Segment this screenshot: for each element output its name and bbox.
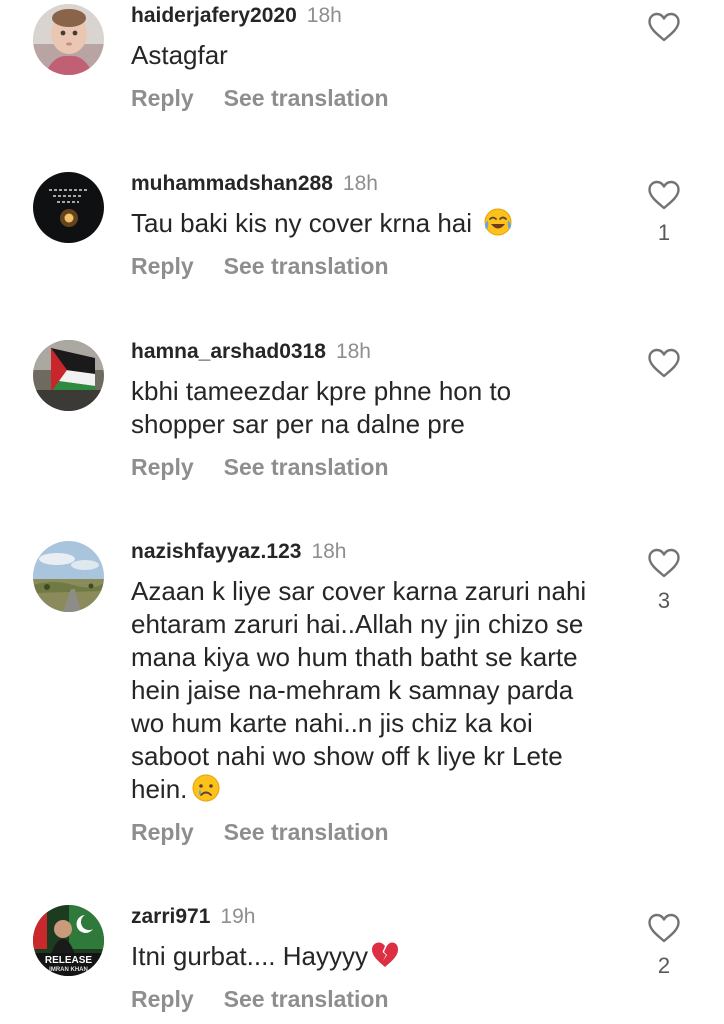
avatar[interactable] <box>33 541 104 612</box>
comment-text: Azaan k liye sar cover karna zaruri nahi… <box>131 575 629 806</box>
like-count: 2 <box>657 953 671 978</box>
like-area: 2 <box>640 913 688 979</box>
night-light-avatar-icon <box>33 172 104 243</box>
comment-username[interactable]: zarri971 <box>131 905 210 928</box>
comment-actions: Reply See translation <box>131 252 629 280</box>
reply-button[interactable]: Reply <box>131 253 194 279</box>
see-translation-button[interactable]: See translation <box>224 454 389 480</box>
comment-text: Itni gurbat.... Hayyyy <box>131 940 629 973</box>
comment-username[interactable]: hamna_arshad0318 <box>131 340 326 363</box>
heart-icon[interactable] <box>647 913 681 943</box>
comment-username[interactable]: muhammadshan288 <box>131 172 333 195</box>
like-area <box>640 12 688 42</box>
comment-text: Astagfar <box>131 40 228 70</box>
like-count: 3 <box>657 588 671 613</box>
comment-meta: nazishfayyaz.123 18h <box>131 539 629 565</box>
like-area: 1 <box>640 180 688 246</box>
broken-heart-icon <box>371 942 398 967</box>
comment-meta: zarri971 19h <box>131 904 629 930</box>
reply-button[interactable]: Reply <box>131 986 194 1012</box>
comment-body: zarri971 19h Itni gurbat.... Hayyyy Reply… <box>131 904 629 1013</box>
reply-button[interactable]: Reply <box>131 85 194 111</box>
see-translation-button[interactable]: See translation <box>224 819 389 845</box>
see-translation-button[interactable]: See translation <box>224 253 389 279</box>
comment-text-content: Itni gurbat.... Hayyyy <box>131 941 368 971</box>
comment-username[interactable]: haiderjafery2020 <box>131 4 297 27</box>
avatar[interactable]: RELEASE IMRAN KHAN <box>33 905 104 976</box>
comment-username[interactable]: nazishfayyaz.123 <box>131 540 301 563</box>
avatar[interactable] <box>33 172 104 243</box>
release-imran-khan-avatar-icon: RELEASE IMRAN KHAN <box>33 905 104 976</box>
comment-time: 18h <box>311 540 347 563</box>
comment-actions: Reply See translation <box>131 818 629 846</box>
comment-time: 19h <box>220 905 256 928</box>
heart-icon[interactable] <box>647 12 681 42</box>
comment-meta: muhammadshan288 18h <box>131 171 629 197</box>
comment-text-content: Azaan k liye sar cover karna zaruri nahi… <box>131 576 587 804</box>
comment-meta: hamna_arshad0318 18h <box>131 339 629 365</box>
avatar-text-release: RELEASE <box>45 955 93 966</box>
like-area <box>640 348 688 378</box>
comment-body: hamna_arshad0318 18h kbhi tameezdar kpre … <box>131 339 629 481</box>
heart-icon[interactable] <box>647 548 681 578</box>
comment-time: 18h <box>335 340 371 363</box>
comment-time: 18h <box>342 172 378 195</box>
like-count: 1 <box>657 220 671 245</box>
see-translation-button[interactable]: See translation <box>224 85 389 111</box>
comment-text: kbhi tameezdar kpre phne hon to shopper … <box>131 376 512 439</box>
heart-icon[interactable] <box>647 180 681 210</box>
child-photo-avatar-icon <box>33 4 104 75</box>
face-with-tears-of-joy-icon <box>484 208 512 236</box>
crying-face-icon <box>192 774 220 802</box>
avatar-text-imran-khan: IMRAN KHAN <box>49 967 88 973</box>
comment-body: muhammadshan288 18h Tau baki kis ny cover… <box>131 171 629 280</box>
avatar[interactable] <box>33 4 104 75</box>
heart-icon[interactable] <box>647 348 681 378</box>
comment-text-content: Tau baki kis ny cover krna hai <box>131 208 480 238</box>
reply-button[interactable]: Reply <box>131 819 194 845</box>
comment-body: haiderjafery2020 18h Astagfar Reply See tr… <box>131 3 629 112</box>
comments-list: haiderjafery2020 18h Astagfar Reply See tr… <box>0 0 724 1024</box>
landscape-avatar-icon <box>33 541 104 612</box>
comment-meta: haiderjafery2020 18h <box>131 3 629 29</box>
comment-body: nazishfayyaz.123 18h Azaan k liye sar cov… <box>131 539 629 846</box>
comment-text: Tau baki kis ny cover krna hai <box>131 207 629 240</box>
reply-button[interactable]: Reply <box>131 454 194 480</box>
avatar[interactable] <box>33 340 104 411</box>
comment-actions: Reply See translation <box>131 453 629 481</box>
flag-avatar-icon <box>33 340 104 411</box>
comment-time: 18h <box>306 4 342 27</box>
comment-actions: Reply See translation <box>131 985 629 1013</box>
see-translation-button[interactable]: See translation <box>224 986 389 1012</box>
like-area: 3 <box>640 548 688 614</box>
comment-actions: Reply See translation <box>131 84 629 112</box>
